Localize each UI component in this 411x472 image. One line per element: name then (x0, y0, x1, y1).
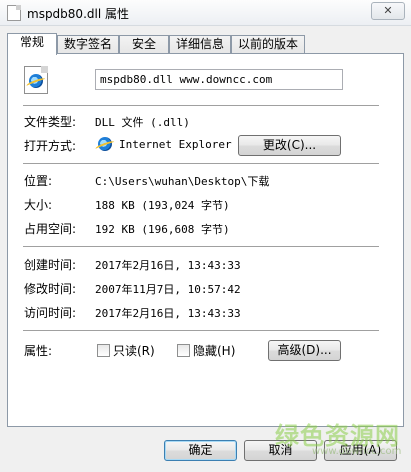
attributes-label: 属性: (24, 344, 53, 358)
dll-file-icon (7, 5, 21, 21)
opens-with-value: Internet Explorer (119, 138, 232, 151)
ok-button[interactable]: 确定 (164, 440, 237, 461)
created-label: 创建时间: (24, 258, 77, 272)
divider (23, 246, 379, 248)
title-bar: mspdb80.dll 属性 ✕ (0, 0, 411, 26)
advanced-button[interactable]: 高级(D)... (268, 340, 341, 361)
modified-label: 修改时间: (24, 282, 77, 296)
accessed-value: 2017年2月16日, 13:43:33 (95, 307, 241, 320)
divider (23, 105, 379, 107)
modified-value: 2007年11月7日, 10:57:42 (95, 283, 241, 296)
location-label: 位置: (24, 174, 53, 188)
file-icon (24, 66, 48, 94)
tab-previous-versions[interactable]: 以前的版本 (231, 35, 305, 54)
file-name-field[interactable]: mspdb80.dll www.downcc.com (95, 69, 343, 90)
ie-icon (98, 137, 112, 151)
tab-general[interactable]: 常规 (7, 33, 57, 55)
location-value: C:\Users\wuhan\Desktop\下载 (95, 175, 270, 188)
watermark-url: www.downcc.com (312, 446, 402, 457)
size-on-disk-label: 占用空间: (24, 222, 77, 236)
tab-security[interactable]: 安全 (119, 35, 169, 54)
change-button[interactable]: 更改(C)... (238, 135, 341, 156)
size-on-disk-value: 192 KB (196,608 字节) (95, 223, 230, 236)
close-button[interactable]: ✕ (371, 2, 405, 20)
general-panel (7, 53, 404, 427)
size-value: 188 KB (193,024 字节) (95, 199, 230, 212)
tab-details[interactable]: 详细信息 (169, 35, 231, 54)
file-type-value: DLL 文件 (.dll) (95, 116, 190, 129)
divider (23, 330, 379, 332)
opens-with-label: 打开方式: (24, 139, 77, 153)
hidden-checkbox[interactable] (177, 344, 190, 357)
created-value: 2017年2月16日, 13:43:33 (95, 259, 241, 272)
ie-icon (29, 74, 43, 88)
file-type-label: 文件类型: (24, 115, 77, 129)
accessed-label: 访问时间: (24, 306, 77, 320)
window-title: mspdb80.dll 属性 (27, 7, 129, 21)
readonly-label[interactable]: 只读(R) (113, 342, 155, 359)
size-label: 大小: (24, 198, 53, 212)
hidden-label[interactable]: 隐藏(H) (193, 342, 235, 359)
readonly-checkbox[interactable] (97, 344, 110, 357)
tab-digital-signatures[interactable]: 数字签名 (57, 35, 119, 54)
divider (23, 163, 379, 165)
